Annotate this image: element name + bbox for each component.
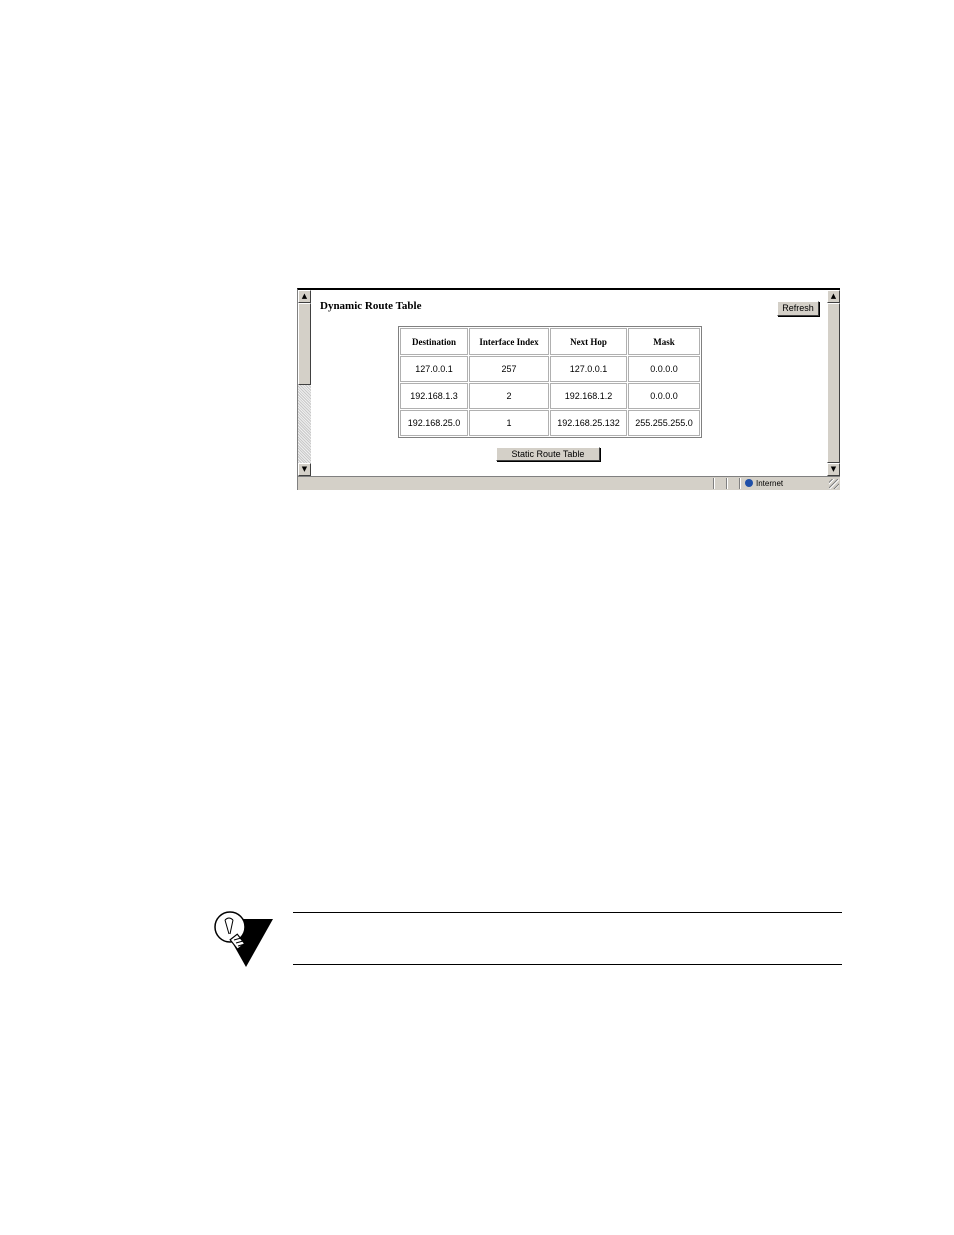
route-table: Destination Interface Index Next Hop Mas… <box>398 326 702 438</box>
table-row: 192.168.1.3 2 192.168.1.2 0.0.0.0 <box>400 383 700 409</box>
scroll-down-icon[interactable]: ▼ <box>298 463 311 476</box>
cell-next-hop: 192.168.1.2 <box>550 383 627 409</box>
browser-screenshot: ▲ ▼ Dynamic Route Table Refresh Destinat… <box>297 288 840 490</box>
note-bottom-rule <box>293 964 842 965</box>
column-header-interface-index: Interface Index <box>469 328 549 355</box>
cell-mask: 255.255.255.0 <box>628 410 700 436</box>
left-scrollbar[interactable]: ▲ ▼ <box>298 290 311 476</box>
status-divider <box>713 478 714 489</box>
lightbulb-tip-icon <box>214 911 273 967</box>
table-header-row: Destination Interface Index Next Hop Mas… <box>400 328 700 355</box>
scroll-thumb[interactable] <box>827 303 840 463</box>
security-zone: Internet <box>745 478 783 489</box>
scroll-up-icon[interactable]: ▲ <box>298 290 311 303</box>
cell-interface-index: 2 <box>469 383 549 409</box>
cell-mask: 0.0.0.0 <box>628 383 700 409</box>
scroll-thumb[interactable] <box>298 303 311 385</box>
right-scrollbar[interactable]: ▲ ▼ <box>827 290 840 476</box>
page-title: Dynamic Route Table <box>320 300 422 312</box>
cell-interface-index: 257 <box>469 356 549 382</box>
globe-icon <box>745 479 753 487</box>
cell-destination: 127.0.0.1 <box>400 356 468 382</box>
refresh-button[interactable]: Refresh <box>777 301 819 316</box>
cell-next-hop: 192.168.25.132 <box>550 410 627 436</box>
page-content: Dynamic Route Table Refresh Destination … <box>312 290 826 476</box>
cell-interface-index: 1 <box>469 410 549 436</box>
cell-destination: 192.168.1.3 <box>400 383 468 409</box>
table-row: 192.168.25.0 1 192.168.25.132 255.255.25… <box>400 410 700 436</box>
cell-mask: 0.0.0.0 <box>628 356 700 382</box>
status-bar: Internet <box>298 476 840 490</box>
column-header-destination: Destination <box>400 328 468 355</box>
status-divider <box>739 478 740 489</box>
static-route-table-button[interactable]: Static Route Table <box>496 447 600 461</box>
cell-next-hop: 127.0.0.1 <box>550 356 627 382</box>
status-divider <box>726 478 727 489</box>
column-header-next-hop: Next Hop <box>550 328 627 355</box>
column-header-mask: Mask <box>628 328 700 355</box>
cell-destination: 192.168.25.0 <box>400 410 468 436</box>
zone-label: Internet <box>756 479 784 488</box>
scroll-down-icon[interactable]: ▼ <box>827 463 840 476</box>
table-row: 127.0.0.1 257 127.0.0.1 0.0.0.0 <box>400 356 700 382</box>
note-top-rule <box>293 912 842 913</box>
scroll-up-icon[interactable]: ▲ <box>827 290 840 303</box>
resize-grip-icon[interactable] <box>829 479 839 489</box>
